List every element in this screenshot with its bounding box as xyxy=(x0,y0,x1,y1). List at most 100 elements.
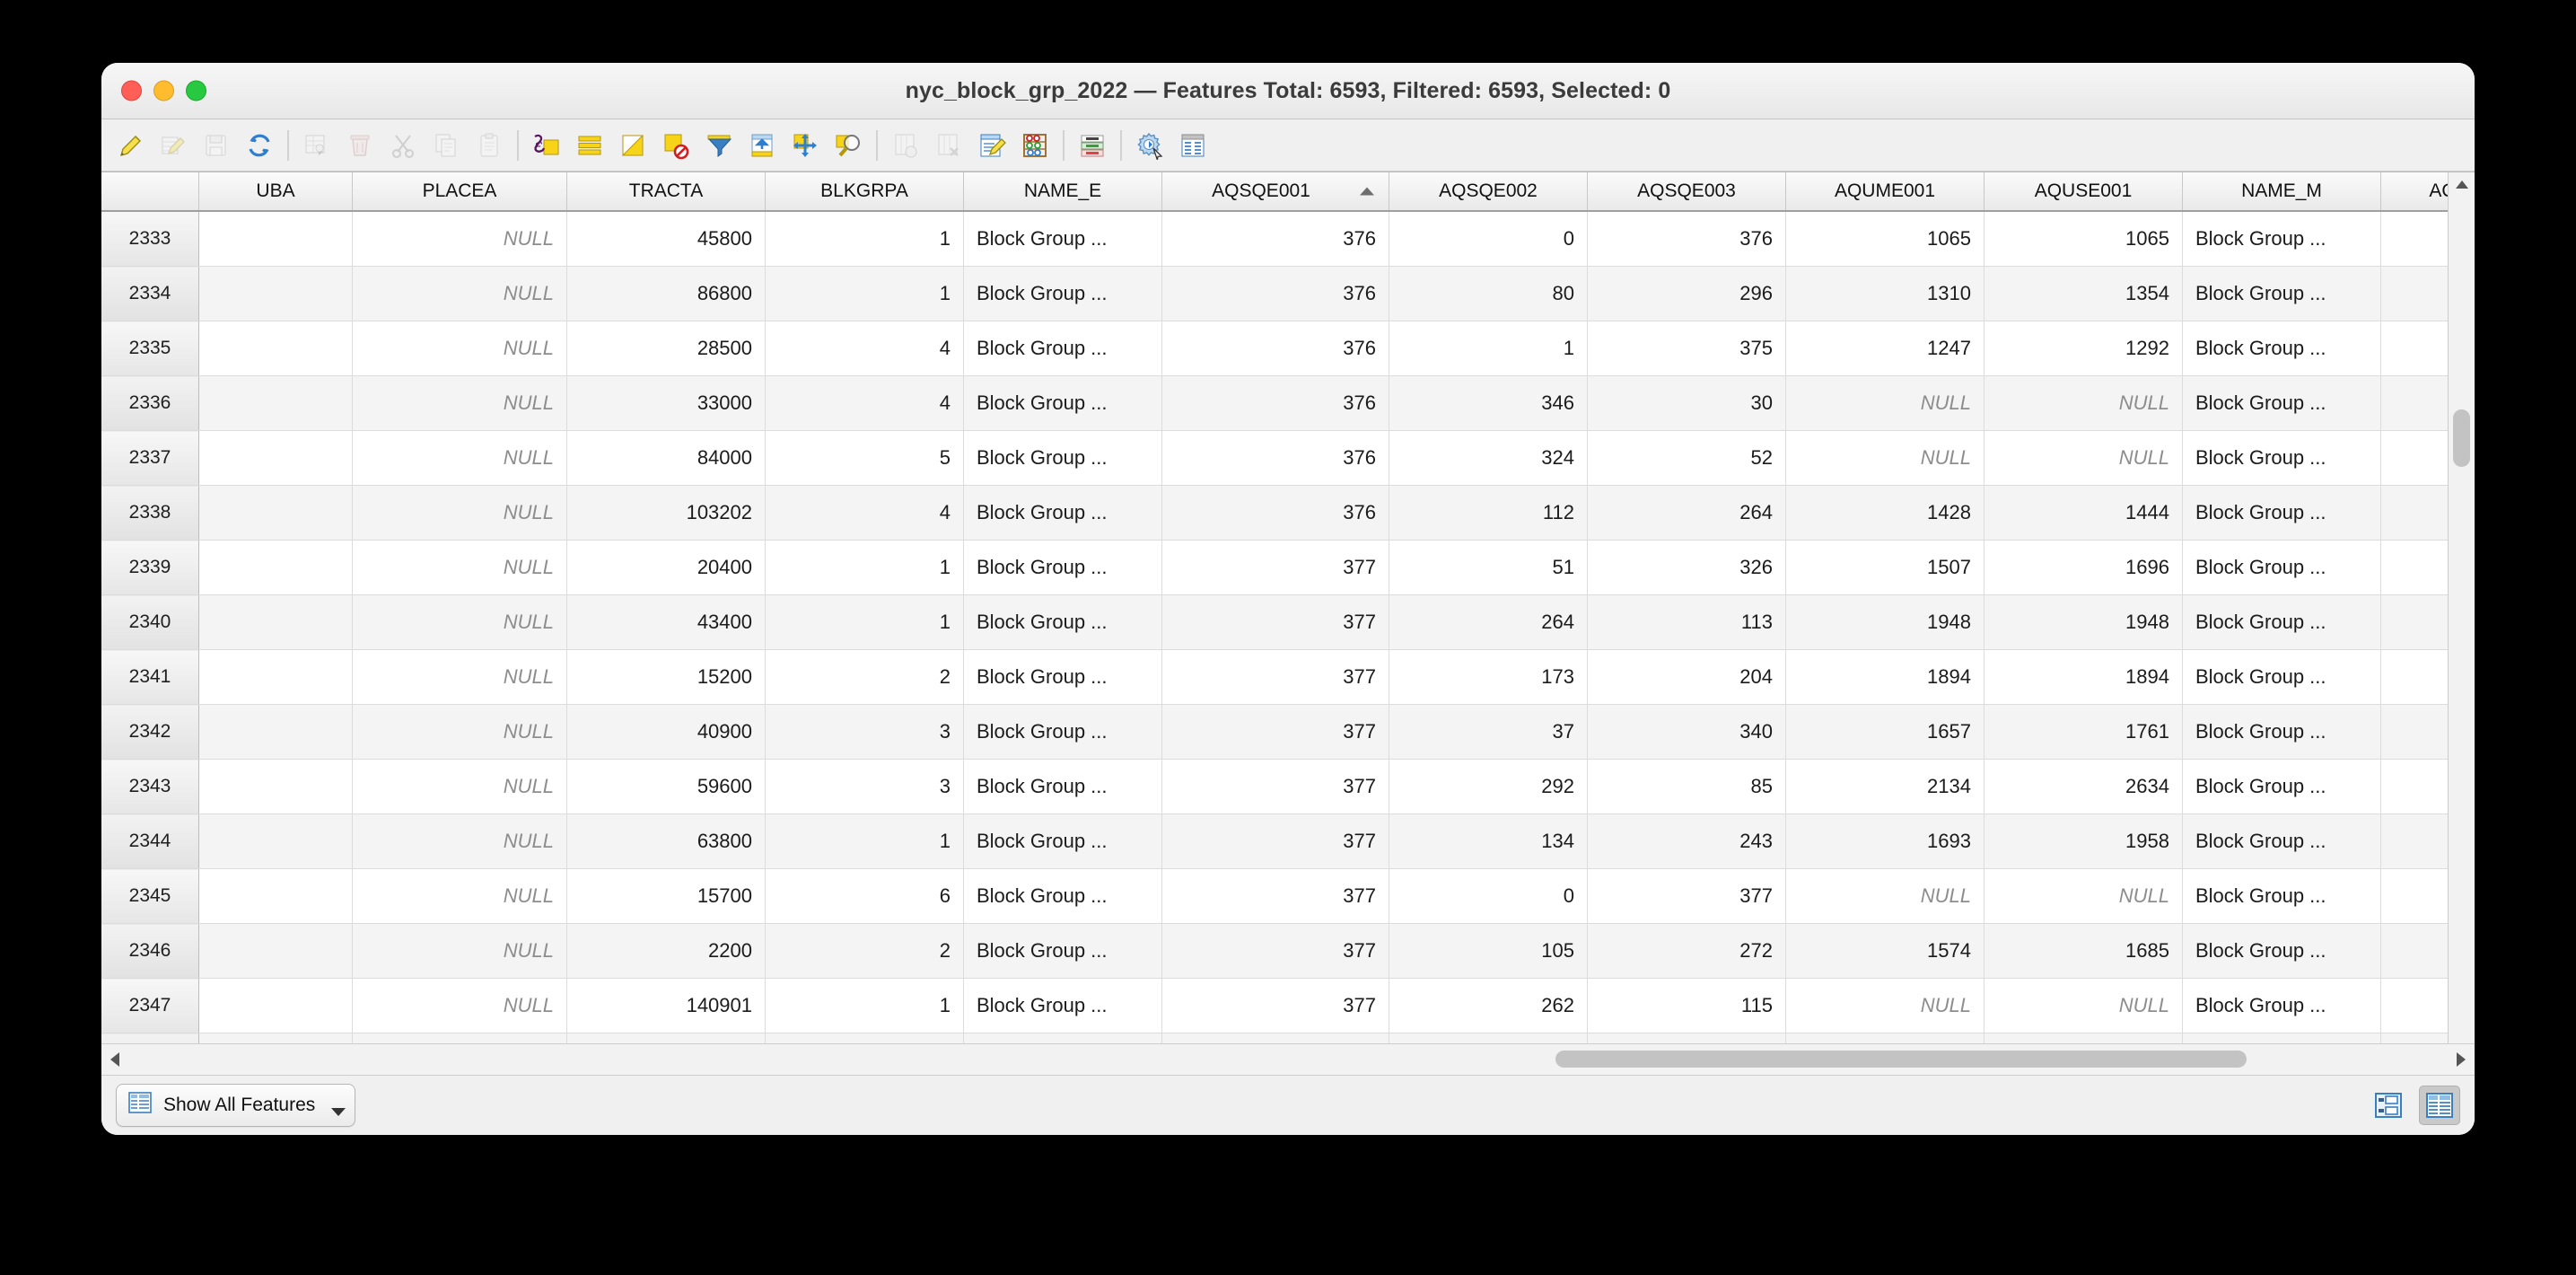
table-row[interactable]: 2345NULL157006Block Group ...3770377NULL… xyxy=(101,869,2475,924)
row-header[interactable]: 2334 xyxy=(101,267,199,321)
cell-tracta[interactable]: 33000 xyxy=(567,376,766,431)
deselect-all-icon[interactable] xyxy=(654,125,697,166)
cell-aquse001[interactable]: NULL xyxy=(1985,376,2183,431)
pan-map-to-selection-icon[interactable] xyxy=(784,125,827,166)
row-header[interactable]: 2337 xyxy=(101,431,199,486)
cell-name_m[interactable]: Block Group ... xyxy=(2183,1033,2381,1044)
scroll-left-button[interactable] xyxy=(101,1044,128,1075)
cell-aqsqe001[interactable]: 377 xyxy=(1162,924,1389,979)
table-row[interactable]: 2335NULL285004Block Group ...37613751247… xyxy=(101,321,2475,376)
cell-aqsqe001[interactable]: 376 xyxy=(1162,431,1389,486)
cell-aqsqe001[interactable]: 376 xyxy=(1162,267,1389,321)
cell-placea[interactable]: NULL xyxy=(353,486,567,541)
table-row[interactable]: 2347NULL1409011Block Group ...377262115N… xyxy=(101,979,2475,1033)
cell-placea[interactable]: NULL xyxy=(353,267,567,321)
cell-tracta[interactable]: 103202 xyxy=(567,486,766,541)
cell-aqume001[interactable]: NULL xyxy=(1786,431,1985,486)
cell-aqsqe003[interactable]: 296 xyxy=(1588,267,1786,321)
cell-aqume001[interactable]: 2134 xyxy=(1786,760,1985,814)
cell-aqsqe001[interactable]: 377 xyxy=(1162,979,1389,1033)
cell-name_m[interactable]: Block Group ... xyxy=(2183,595,2381,650)
cell-placea[interactable]: NULL xyxy=(353,211,567,267)
row-header[interactable]: 2346 xyxy=(101,924,199,979)
organize-columns-icon[interactable] xyxy=(1171,125,1214,166)
cell-uba[interactable] xyxy=(199,924,353,979)
cell-aqsqe002[interactable]: 105 xyxy=(1389,924,1588,979)
cell-aqsqe001[interactable]: 377 xyxy=(1162,541,1389,595)
cell-name_m[interactable]: Block Group ... xyxy=(2183,541,2381,595)
cell-aqsqe002[interactable]: 324 xyxy=(1389,431,1588,486)
cell-aqume001[interactable]: 1247 xyxy=(1786,321,1985,376)
cell-uba[interactable] xyxy=(199,979,353,1033)
row-header[interactable]: 2341 xyxy=(101,650,199,705)
cell-uba[interactable] xyxy=(199,814,353,869)
cell-aqsqe003[interactable]: 375 xyxy=(1588,321,1786,376)
row-header[interactable]: 2335 xyxy=(101,321,199,376)
cell-blkgrpa[interactable]: 4 xyxy=(766,486,964,541)
cell-name_e[interactable]: Block Group ... xyxy=(964,211,1162,267)
row-header[interactable]: 2347 xyxy=(101,979,199,1033)
row-header[interactable]: 2343 xyxy=(101,760,199,814)
cell-name_e[interactable]: Block Group ... xyxy=(964,979,1162,1033)
cell-blkgrpa[interactable]: 1 xyxy=(766,595,964,650)
cell-blkgrpa[interactable]: 4 xyxy=(766,376,964,431)
cell-aquse001[interactable]: 1761 xyxy=(1985,705,2183,760)
cell-tracta[interactable]: 12806 xyxy=(567,1033,766,1044)
cell-aqsqe001[interactable]: 376 xyxy=(1162,486,1389,541)
cell-aqume001[interactable]: NULL xyxy=(1786,979,1985,1033)
cell-name_m[interactable]: Block Group ... xyxy=(2183,321,2381,376)
minimize-window-button[interactable] xyxy=(153,81,174,101)
cell-placea[interactable]: NULL xyxy=(353,541,567,595)
column-header-aquse001[interactable]: AQUSE001 xyxy=(1985,172,2183,211)
column-header-aqsqe001[interactable]: AQSQE001 xyxy=(1162,172,1389,211)
row-header[interactable]: 2339 xyxy=(101,541,199,595)
cell-aqsqe003[interactable]: 243 xyxy=(1588,814,1786,869)
cell-uba[interactable] xyxy=(199,705,353,760)
table-view-toggle[interactable] xyxy=(2419,1086,2460,1125)
invert-selection-icon[interactable] xyxy=(611,125,654,166)
cell-aqume001[interactable]: 1693 xyxy=(1786,814,1985,869)
cell-tracta[interactable]: 40900 xyxy=(567,705,766,760)
cell-uba[interactable] xyxy=(199,431,353,486)
cell-aquse001[interactable]: NULL xyxy=(1985,869,2183,924)
cell-aqume001[interactable]: 1574 xyxy=(1786,924,1985,979)
column-header-name_m[interactable]: NAME_M xyxy=(2183,172,2381,211)
cell-aqsqe001[interactable]: 376 xyxy=(1162,211,1389,267)
cell-aqsqe002[interactable]: 80 xyxy=(1389,267,1588,321)
cell-blkgrpa[interactable]: 2 xyxy=(766,650,964,705)
cell-name_e[interactable]: Block Group ... xyxy=(964,650,1162,705)
cell-aqume001[interactable]: 1428 xyxy=(1786,486,1985,541)
cell-aqsqe001[interactable]: 377 xyxy=(1162,869,1389,924)
cell-aquse001[interactable]: 1958 xyxy=(1985,814,2183,869)
cell-blkgrpa[interactable]: 2 xyxy=(766,924,964,979)
cell-aqsqe001[interactable]: 377 xyxy=(1162,650,1389,705)
cell-aqsqe003[interactable]: 30 xyxy=(1588,376,1786,431)
maximize-window-button[interactable] xyxy=(186,81,206,101)
cell-blkgrpa[interactable]: 1 xyxy=(766,541,964,595)
cell-aqume001[interactable]: NULL xyxy=(1786,376,1985,431)
table-row[interactable]: 2333NULL458001Block Group ...37603761065… xyxy=(101,211,2475,267)
cell-aqsqe002[interactable]: 173 xyxy=(1389,650,1588,705)
cell-placea[interactable]: NULL xyxy=(353,431,567,486)
vertical-scroll-thumb[interactable] xyxy=(2453,409,2470,467)
cell-aqume001[interactable]: 1310 xyxy=(1786,267,1985,321)
table-row[interactable]: 2338NULL1032024Block Group ...3761122641… xyxy=(101,486,2475,541)
cell-placea[interactable]: NULL xyxy=(353,321,567,376)
cell-name_e[interactable]: Block Group ... xyxy=(964,1033,1162,1044)
reload-table-icon[interactable] xyxy=(238,125,281,166)
cell-name_e[interactable]: Block Group ... xyxy=(964,376,1162,431)
cell-blkgrpa[interactable]: 1 xyxy=(766,267,964,321)
cell-tracta[interactable]: 86800 xyxy=(567,267,766,321)
cell-aqsqe001[interactable]: 376 xyxy=(1162,376,1389,431)
cell-tracta[interactable]: 2200 xyxy=(567,924,766,979)
cell-tracta[interactable]: 140901 xyxy=(567,979,766,1033)
select-all-corner-header[interactable] xyxy=(101,172,199,211)
column-header-aqsqe002[interactable]: AQSQE002 xyxy=(1389,172,1588,211)
chevron-down-icon[interactable] xyxy=(331,1108,346,1116)
cell-aqsqe003[interactable]: 226 xyxy=(1588,1033,1786,1044)
table-row[interactable]: 2340NULL434001Block Group ...37726411319… xyxy=(101,595,2475,650)
table-row[interactable]: 2341NULL152002Block Group ...37717320418… xyxy=(101,650,2475,705)
cell-name_e[interactable]: Block Group ... xyxy=(964,814,1162,869)
cell-tracta[interactable]: 43400 xyxy=(567,595,766,650)
cell-uba[interactable] xyxy=(199,267,353,321)
